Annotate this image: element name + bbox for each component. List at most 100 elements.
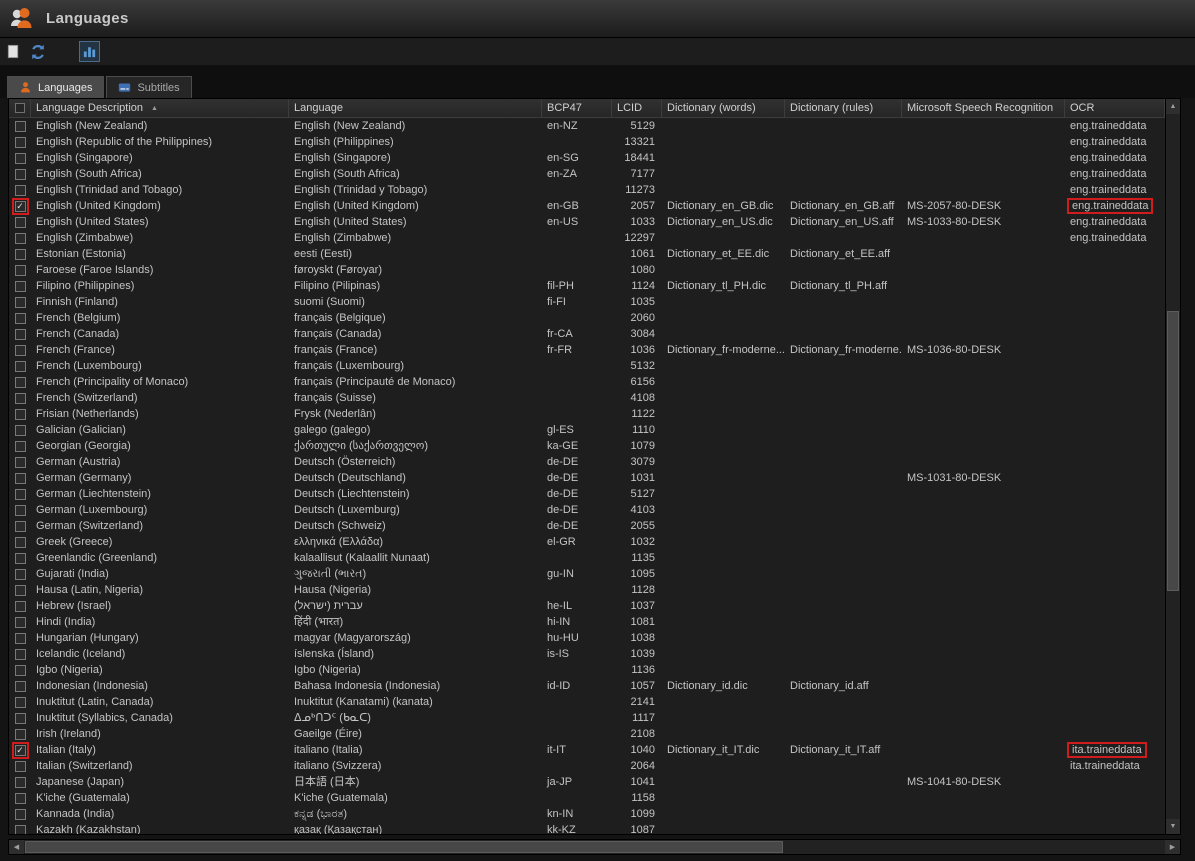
row-checkbox[interactable] (15, 681, 26, 692)
row-checkbox-checked[interactable]: ✓ (15, 201, 26, 212)
row-checkbox[interactable] (15, 265, 26, 276)
row-checkbox[interactable] (15, 537, 26, 548)
table-row[interactable]: English (Zimbabwe)English (Zimbabwe)1229… (9, 230, 1165, 246)
row-checkbox[interactable] (15, 505, 26, 516)
row-checkbox[interactable] (15, 361, 26, 372)
table-row[interactable]: Finnish (Finland)suomi (Suomi)fi-FI1035 (9, 294, 1165, 310)
row-checkbox[interactable] (15, 425, 26, 436)
horizontal-scroll-thumb[interactable] (25, 841, 783, 853)
row-checkbox[interactable] (15, 617, 26, 628)
table-row[interactable]: Hungarian (Hungary)magyar (Magyarország)… (9, 630, 1165, 646)
column-header-language-description[interactable]: Language Description ▲ (31, 99, 289, 117)
row-checkbox[interactable] (15, 521, 26, 532)
row-checkbox[interactable] (15, 601, 26, 612)
row-checkbox[interactable] (15, 793, 26, 804)
table-row[interactable]: German (Austria)Deutsch (Österreich)de-D… (9, 454, 1165, 470)
table-row[interactable]: Georgian (Georgia)ქართული (საქართველო)ka… (9, 438, 1165, 454)
table-row[interactable]: English (United States)English (United S… (9, 214, 1165, 230)
table-row[interactable]: German (Germany)Deutsch (Deutschland)de-… (9, 470, 1165, 486)
row-checkbox[interactable] (15, 233, 26, 244)
new-button[interactable] (3, 41, 24, 62)
table-row[interactable]: German (Switzerland)Deutsch (Schweiz)de-… (9, 518, 1165, 534)
table-row[interactable]: Igbo (Nigeria)Igbo (Nigeria)1136 (9, 662, 1165, 678)
table-row[interactable]: Hebrew (Israel)עברית (ישראל)he-IL1037 (9, 598, 1165, 614)
scroll-right-button[interactable]: ▶ (1165, 840, 1180, 854)
table-row[interactable]: German (Liechtenstein)Deutsch (Liechtens… (9, 486, 1165, 502)
table-row[interactable]: Estonian (Estonia)eesti (Eesti)1061Dicti… (9, 246, 1165, 262)
row-checkbox[interactable] (15, 313, 26, 324)
table-row[interactable]: French (Principality of Monaco)français … (9, 374, 1165, 390)
row-checkbox[interactable] (15, 649, 26, 660)
row-checkbox[interactable] (15, 377, 26, 388)
table-row[interactable]: Greenlandic (Greenland)kalaallisut (Kala… (9, 550, 1165, 566)
row-checkbox[interactable] (15, 665, 26, 676)
row-checkbox[interactable] (15, 553, 26, 564)
row-checkbox[interactable] (15, 585, 26, 596)
column-header-bcp47[interactable]: BCP47 (542, 99, 612, 117)
table-row[interactable]: Filipino (Philippines)Filipino (Pilipina… (9, 278, 1165, 294)
row-checkbox[interactable] (15, 633, 26, 644)
table-row[interactable]: Japanese (Japan)日本語 (日本)ja-JP1041MS-1041… (9, 774, 1165, 790)
scroll-down-button[interactable]: ▼ (1166, 819, 1180, 834)
table-row[interactable]: Indonesian (Indonesia)Bahasa Indonesia (… (9, 678, 1165, 694)
row-checkbox-checked[interactable]: ✓ (15, 745, 26, 756)
row-checkbox[interactable] (15, 409, 26, 420)
table-row[interactable]: ✓Italian (Italy)italiano (Italia)it-IT10… (9, 742, 1165, 758)
scroll-up-button[interactable]: ▲ (1166, 99, 1180, 114)
table-row[interactable]: English (Republic of the Philippines)Eng… (9, 134, 1165, 150)
column-header-dictionary-words[interactable]: Dictionary (words) (662, 99, 785, 117)
table-row[interactable]: ✓English (United Kingdom)English (United… (9, 198, 1165, 214)
chart-button[interactable] (79, 41, 100, 62)
row-checkbox[interactable] (15, 137, 26, 148)
column-header-lcid[interactable]: LCID (612, 99, 662, 117)
row-checkbox[interactable] (15, 185, 26, 196)
column-header-language[interactable]: Language (289, 99, 542, 117)
row-checkbox[interactable] (15, 281, 26, 292)
row-checkbox[interactable] (15, 121, 26, 132)
table-row[interactable]: German (Luxembourg)Deutsch (Luxemburg)de… (9, 502, 1165, 518)
table-row[interactable]: English (Singapore)English (Singapore)en… (9, 150, 1165, 166)
table-row[interactable]: English (South Africa)English (South Afr… (9, 166, 1165, 182)
scroll-left-button[interactable]: ◀ (9, 840, 24, 854)
row-checkbox[interactable] (15, 569, 26, 580)
horizontal-scrollbar[interactable]: ◀ ▶ (8, 839, 1181, 855)
table-row[interactable]: Irish (Ireland)Gaeilge (Éire)2108 (9, 726, 1165, 742)
row-checkbox[interactable] (15, 153, 26, 164)
table-row[interactable]: Hausa (Latin, Nigeria)Hausa (Nigeria)112… (9, 582, 1165, 598)
table-row[interactable]: French (France)français (France)fr-FR103… (9, 342, 1165, 358)
table-row[interactable]: French (Belgium)français (Belgique)2060 (9, 310, 1165, 326)
tab-languages[interactable]: Languages (7, 76, 104, 98)
row-checkbox[interactable] (15, 441, 26, 452)
row-checkbox[interactable] (15, 249, 26, 260)
row-checkbox[interactable] (15, 825, 26, 835)
row-checkbox[interactable] (15, 473, 26, 484)
table-row[interactable]: French (Switzerland)français (Suisse)410… (9, 390, 1165, 406)
row-checkbox[interactable] (15, 329, 26, 340)
table-row[interactable]: English (Trinidad and Tobago)English (Tr… (9, 182, 1165, 198)
row-checkbox[interactable] (15, 697, 26, 708)
table-row[interactable]: Galician (Galician)galego (galego)gl-ES1… (9, 422, 1165, 438)
tab-subtitles[interactable]: Subtitles (106, 76, 191, 98)
table-row[interactable]: Gujarati (India)ગુજરાતી (ભારત)gu-IN1095 (9, 566, 1165, 582)
header-checkbox[interactable] (15, 103, 25, 113)
table-row[interactable]: Inuktitut (Latin, Canada)Inuktitut (Kana… (9, 694, 1165, 710)
row-checkbox[interactable] (15, 489, 26, 500)
table-row[interactable]: Frisian (Netherlands)Frysk (Nederlân)112… (9, 406, 1165, 422)
table-row[interactable]: Icelandic (Iceland)íslenska (Ísland)is-I… (9, 646, 1165, 662)
table-row[interactable]: Kannada (India)ಕನ್ನಡ (ಭಾರತ)kn-IN1099 (9, 806, 1165, 822)
row-checkbox[interactable] (15, 761, 26, 772)
row-checkbox[interactable] (15, 345, 26, 356)
table-row[interactable]: Inuktitut (Syllabics, Canada)ᐃᓄᒃᑎᑐᑦ (ᑲᓇᑕ… (9, 710, 1165, 726)
row-checkbox[interactable] (15, 713, 26, 724)
table-row[interactable]: K'iche (Guatemala)K'iche (Guatemala)1158 (9, 790, 1165, 806)
row-checkbox[interactable] (15, 729, 26, 740)
vertical-scroll-thumb[interactable] (1167, 311, 1179, 591)
table-row[interactable]: Greek (Greece)ελληνικά (Ελλάδα)el-GR1032 (9, 534, 1165, 550)
row-checkbox[interactable] (15, 777, 26, 788)
column-header-dictionary-rules[interactable]: Dictionary (rules) (785, 99, 902, 117)
header-checkbox-cell[interactable] (9, 99, 31, 117)
row-checkbox[interactable] (15, 457, 26, 468)
row-checkbox[interactable] (15, 297, 26, 308)
row-checkbox[interactable] (15, 217, 26, 228)
row-checkbox[interactable] (15, 393, 26, 404)
